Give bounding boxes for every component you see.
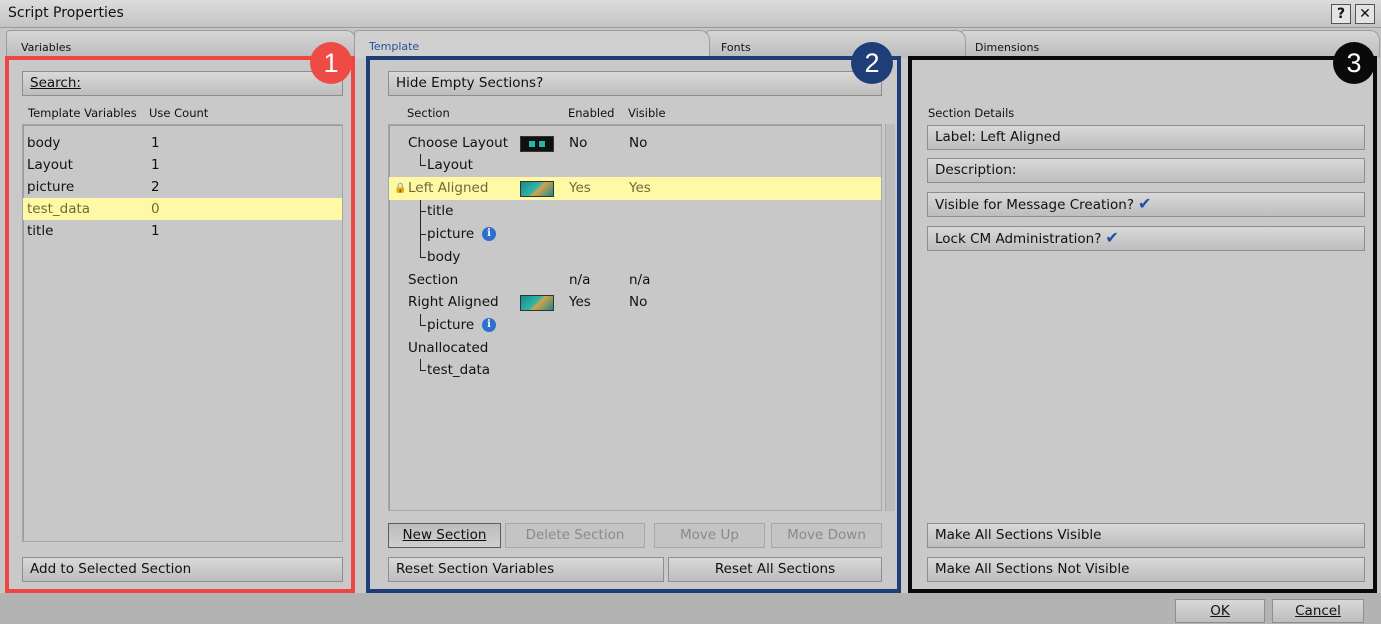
help-button[interactable]: ?	[1331, 4, 1351, 24]
callout-badge-1: 1	[310, 42, 352, 84]
title-bar: Script Properties ? ✕	[0, 0, 1381, 28]
callout-outline-2	[366, 56, 901, 593]
callout-badge-2: 2	[851, 42, 893, 84]
cancel-label: Cancel	[1295, 603, 1341, 619]
close-button[interactable]: ✕	[1355, 4, 1375, 24]
ok-button[interactable]: OK	[1175, 599, 1265, 623]
tab-variables[interactable]: Variables	[6, 30, 356, 58]
callout-outline-1	[5, 56, 355, 593]
tab-dimensions[interactable]: Dimensions	[960, 30, 1380, 58]
callout-badge-3: 3	[1333, 42, 1375, 84]
callout-outline-3	[908, 56, 1377, 593]
window-title: Script Properties	[8, 5, 124, 21]
footer-bar	[0, 593, 1381, 624]
ok-label: OK	[1210, 603, 1230, 619]
tab-fonts[interactable]: Fonts	[706, 30, 966, 58]
cancel-button[interactable]: Cancel	[1272, 599, 1364, 623]
